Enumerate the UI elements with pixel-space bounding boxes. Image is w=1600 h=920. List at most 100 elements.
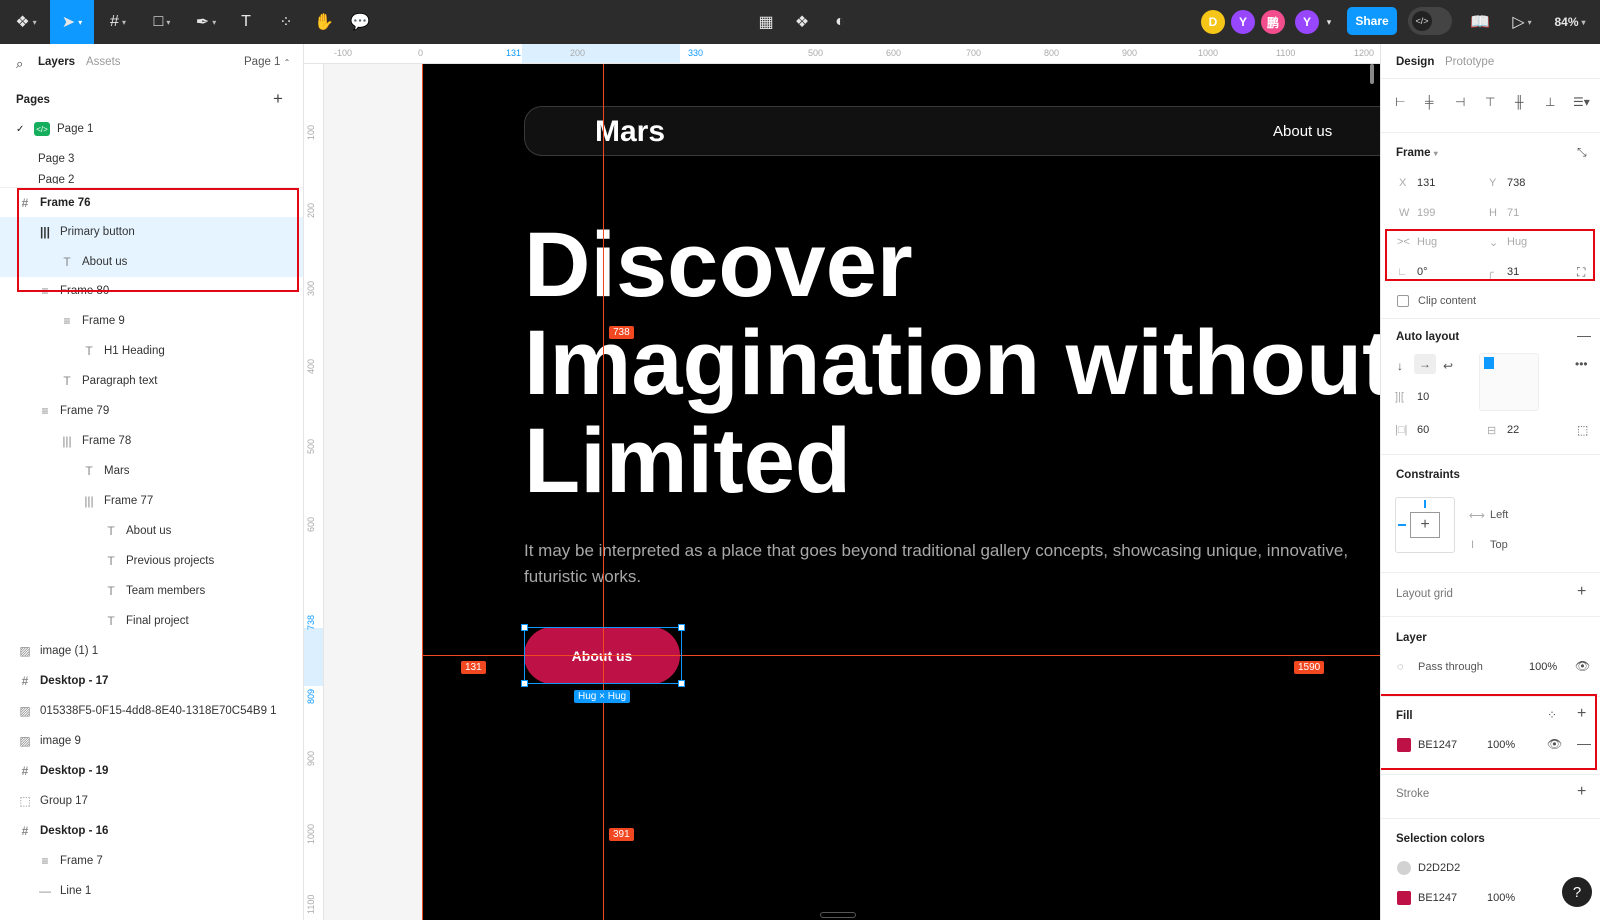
more-options-icon[interactable]: ••• (1575, 357, 1588, 371)
avatar[interactable]: Y (1295, 10, 1319, 34)
layer-row[interactable]: ≡ Frame 79 (0, 396, 303, 426)
direction-down-icon[interactable]: ↓ (1397, 359, 1403, 373)
layer-row[interactable]: — Line 1 (0, 876, 303, 906)
page-item[interactable]: Page 2 (0, 168, 303, 184)
layer-row[interactable]: ⬚ Group 17 (0, 786, 303, 816)
text-tool-icon[interactable]: T (232, 0, 260, 44)
collapse-icon[interactable]: ⤡ (1577, 145, 1587, 160)
align-top-icon[interactable]: ⊤ (1485, 95, 1495, 109)
search-icon[interactable]: ⌕ (16, 56, 23, 72)
vertical-constraint-select[interactable]: Top (1490, 539, 1508, 551)
avatar[interactable]: Y (1231, 10, 1255, 34)
grid-icon[interactable]: ▦ (752, 0, 780, 44)
add-layout-grid-icon[interactable]: + (1577, 583, 1586, 601)
present-icon[interactable]: ▷ ▾ (1504, 0, 1540, 44)
blend-mode-select[interactable]: Pass through (1418, 661, 1483, 673)
site-navbar[interactable]: Mars About us (524, 106, 1380, 156)
selection-color-swatch[interactable] (1397, 861, 1411, 875)
layer-row[interactable]: T Final project (0, 606, 303, 636)
visibility-eye-icon[interactable]: 👁 (1575, 659, 1590, 673)
align-left-icon[interactable]: ⊢ (1395, 95, 1405, 109)
frame-resize-handle[interactable] (820, 912, 856, 918)
resize-handle[interactable] (678, 624, 685, 631)
constraints-widget[interactable]: + (1395, 497, 1455, 553)
component-icon[interactable]: ❖ (788, 0, 816, 44)
layer-row[interactable]: ≡ Frame 9 (0, 306, 303, 336)
alignment-grid[interactable] (1479, 353, 1539, 411)
w-field[interactable]: 199 (1417, 207, 1435, 219)
selection-color-swatch[interactable] (1397, 891, 1411, 905)
remove-auto-layout-icon[interactable]: — (1577, 327, 1591, 343)
padding-options-icon[interactable]: ⬚ (1577, 423, 1588, 437)
layer-row[interactable]: # Desktop - 17 (0, 666, 303, 696)
resources-icon[interactable]: ⁘ (272, 0, 300, 44)
desktop-frame[interactable]: Mars About us Discover Imagination witho… (422, 64, 1380, 920)
tab-design[interactable]: Design (1396, 56, 1434, 68)
layer-row[interactable]: T Team members (0, 576, 303, 606)
comment-tool-icon[interactable]: 💬 (346, 0, 374, 44)
nav-link-about[interactable]: About us (1273, 123, 1332, 140)
add-page-icon[interactable]: + (273, 89, 283, 109)
layer-row[interactable]: ▨ 015338F5-0F15-4dd8-8E40-1318E70C54B9 1 (0, 696, 303, 726)
page-selector[interactable]: Page 1 ⌃ (244, 56, 290, 68)
align-bottom-icon[interactable]: ⊥ (1545, 95, 1555, 109)
tab-assets[interactable]: Assets (86, 56, 121, 68)
resize-handle[interactable] (521, 680, 528, 687)
hero-heading[interactable]: Discover Imagination without Limited (524, 216, 1380, 510)
frame-tool-icon[interactable]: # ▾ (100, 0, 136, 44)
layer-row[interactable]: ≡ Frame 7 (0, 846, 303, 876)
resize-handle[interactable] (678, 680, 685, 687)
layer-row[interactable]: # Desktop - 16 (0, 816, 303, 846)
layer-opacity-field[interactable]: 100% (1529, 661, 1557, 673)
share-button[interactable]: Share (1347, 7, 1397, 35)
avatar[interactable]: D (1201, 10, 1225, 34)
align-right-icon[interactable]: ⊣ (1455, 95, 1465, 109)
help-button[interactable]: ? (1562, 877, 1592, 907)
hand-tool-icon[interactable]: ✋ (310, 0, 338, 44)
figma-menu-icon[interactable]: ❖ ▾ (8, 0, 44, 44)
avatar[interactable]: 鹏 (1261, 10, 1285, 34)
pen-tool-icon[interactable]: ✒ ▾ (188, 0, 224, 44)
layer-row[interactable]: ||| Frame 78 (0, 426, 303, 456)
dev-mode-toggle[interactable]: </> (1408, 7, 1452, 35)
layer-row[interactable]: T About us (0, 516, 303, 546)
layer-row[interactable]: T Paragraph text (0, 366, 303, 396)
selection-color-hex[interactable]: BE1247 (1418, 892, 1457, 904)
library-icon[interactable]: 📖 (1466, 0, 1494, 44)
vertical-padding-field[interactable]: 22 (1507, 424, 1519, 436)
shape-tool-icon[interactable]: □ ▾ (144, 0, 180, 44)
move-tool-icon[interactable]: ➤ ▾ (50, 0, 94, 44)
align-center-h-icon[interactable]: ╪ (1425, 95, 1434, 109)
x-field[interactable]: 131 (1417, 177, 1435, 189)
selection-box[interactable] (524, 627, 682, 684)
layer-row[interactable]: T Mars (0, 456, 303, 486)
resize-handle[interactable] (521, 624, 528, 631)
direction-right-icon[interactable]: → (1414, 354, 1436, 374)
tab-layers[interactable]: Layers (38, 56, 75, 68)
scroll-handle[interactable] (1370, 64, 1374, 84)
gap-field[interactable]: 10 (1417, 391, 1429, 403)
y-field[interactable]: 738 (1507, 177, 1525, 189)
tab-prototype[interactable]: Prototype (1445, 56, 1494, 68)
layer-row[interactable]: # Desktop - 19 (0, 756, 303, 786)
contrast-icon[interactable]: ◐ (826, 0, 854, 44)
horizontal-constraint-select[interactable]: Left (1490, 509, 1508, 521)
clip-content-checkbox[interactable] (1397, 295, 1409, 307)
selection-color-opacity[interactable]: 100% (1487, 892, 1515, 904)
selection-color-hex[interactable]: D2D2D2 (1418, 862, 1460, 874)
horizontal-padding-field[interactable]: 60 (1417, 424, 1429, 436)
zoom-level[interactable]: 84% ▾ (1544, 0, 1596, 44)
layer-row[interactable]: T H1 Heading (0, 336, 303, 366)
layer-row[interactable]: T Previous projects (0, 546, 303, 576)
h-field[interactable]: 71 (1507, 207, 1519, 219)
page-item[interactable]: ✓ </> Page 1 (0, 114, 303, 144)
chevron-down-icon[interactable]: ▾ (1322, 0, 1336, 44)
add-stroke-icon[interactable]: + (1577, 783, 1586, 801)
paragraph-text[interactable]: It may be interpreted as a place that go… (524, 538, 1380, 590)
wrap-icon[interactable]: ↩ (1443, 359, 1453, 373)
frame-title[interactable]: Frame ▾ (1396, 147, 1438, 159)
layer-row[interactable]: ▨ image (1) 1 (0, 636, 303, 666)
layer-row[interactable]: ||| Frame 77 (0, 486, 303, 516)
layer-row[interactable]: ▨ image 9 (0, 726, 303, 756)
distribute-icon[interactable]: ☰▾ (1573, 95, 1590, 109)
